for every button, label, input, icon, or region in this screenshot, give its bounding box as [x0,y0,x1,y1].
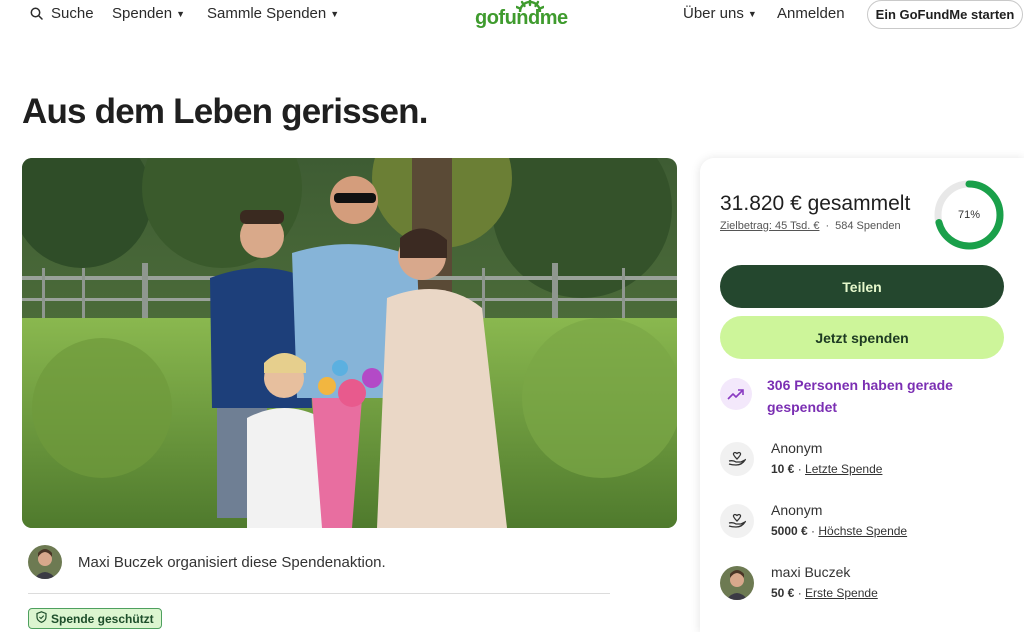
donation-sidebar: 31.820 € gesammelt Zielbetrag: 45 Tsd. €… [700,158,1024,632]
caret-down-icon: ▼ [747,8,757,19]
divider [28,593,610,594]
donation-protected-badge[interactable]: Spende geschützt [28,608,162,629]
donation-item: Anonym 5000 € · Höchste Spende [720,502,1010,542]
caret-down-icon: ▼ [330,8,340,19]
organizer-row: Maxi Buczek organisiert diese Spendenakt… [28,545,386,579]
donor-name: Anonym [771,440,823,456]
nav-about-dropdown[interactable]: Über uns ▼ [683,5,757,22]
progress-ring: 71% [932,178,1006,252]
heart-hand-icon [720,504,754,538]
trend-text: 306 Personen haben gerade gespendet [767,377,953,415]
donation-count: 584 Spenden [835,220,901,232]
donation-detail: 10 € · Letzte Spende [771,462,883,476]
donate-now-button[interactable]: Jetzt spenden [720,316,1004,359]
shield-icon [36,611,47,626]
donation-label-link[interactable]: Erste Spende [805,586,878,600]
organizer-text: Maxi Buczek organisiert diese Spendenakt… [78,553,386,571]
logo-wordmark: gofundme [475,7,568,29]
goal-meta: Zielbetrag: 45 Tsd. € · 584 Spenden [720,220,901,232]
separator-dot: · [825,220,830,232]
donor-avatar [720,566,754,600]
donation-amount: 5000 € [771,524,808,538]
donation-detail: 50 € · Erste Spende [771,586,878,600]
donation-detail: 5000 € · Höchste Spende [771,524,908,538]
donation-amount: 50 € [771,586,795,600]
search-label: Suche [51,5,94,22]
organizer-avatar [28,545,62,579]
badge-label: Spende geschützt [51,611,154,626]
donor-name: Anonym [771,502,823,518]
nav-spenden-label: Spenden [112,5,173,22]
donation-label-link[interactable]: Letzte Spende [805,462,882,476]
donation-amount: 10 € [771,462,795,476]
search-icon [30,7,43,20]
login-link[interactable]: Anmelden [777,5,845,22]
share-button[interactable]: Teilen [720,265,1004,308]
trending-up-icon [720,378,752,410]
donor-name: maxi Buczek [771,564,851,580]
login-label: Anmelden [777,5,845,22]
campaign-photo[interactable] [22,158,677,528]
start-gofundme-button[interactable]: Ein GoFundMe starten [867,0,1023,29]
amount-raised: 31.820 € gesammelt [720,192,911,215]
donation-item: maxi Buczek 50 € · Erste Spende [720,564,1010,604]
caret-down-icon: ▼ [176,8,185,19]
nav-sammle-dropdown[interactable]: Sammle Spenden ▼ [207,5,339,22]
progress-percent: 71% [957,209,981,221]
donation-item: Anonym 10 € · Letzte Spende [720,440,1010,480]
goal-link[interactable]: Zielbetrag: 45 Tsd. € [720,220,819,232]
top-navigation: Suche Spenden ▼ Sammle Spenden ▼ gofundm… [0,0,1024,30]
gofundme-logo[interactable]: gofundme [475,0,571,30]
donation-label-link[interactable]: Höchste Spende [818,524,907,538]
nav-about-label: Über uns [683,5,744,22]
heart-hand-icon [720,442,754,476]
search-link[interactable]: Suche [30,5,94,22]
campaign-title: Aus dem Leben gerissen. [22,92,428,131]
nav-sammle-label: Sammle Spenden [207,5,327,22]
nav-spenden-dropdown[interactable]: Spenden ▼ [112,5,185,22]
